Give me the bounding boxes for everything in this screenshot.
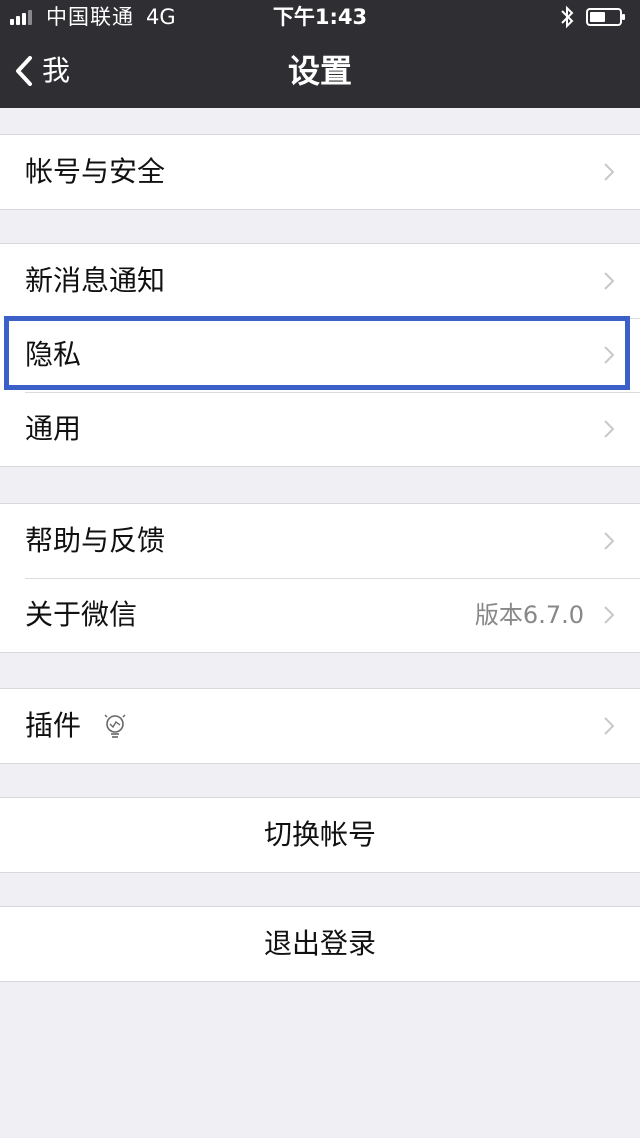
settings-item-label: 隐私 [25, 338, 82, 371]
chevron-right-icon [604, 532, 614, 550]
settings-item-label: 通用 [25, 412, 82, 445]
logout-button[interactable]: 退出登录 [0, 907, 640, 981]
settings-item-general[interactable]: 通用 [0, 392, 640, 466]
chevron-right-icon [604, 272, 614, 290]
switch-account-label: 切换帐号 [263, 818, 376, 851]
settings-group-about: 帮助与反馈 关于微信 版本6.7.0 [0, 503, 640, 653]
settings-item-label: 新消息通知 [25, 264, 166, 297]
battery-icon [586, 8, 625, 26]
settings-item-plugins[interactable]: 插件 [0, 689, 640, 763]
settings-group-account: 帐号与安全 [0, 134, 640, 210]
settings-item-about-wechat[interactable]: 关于微信 版本6.7.0 [0, 578, 640, 652]
chevron-right-icon [604, 346, 614, 364]
chevron-right-icon [604, 163, 614, 181]
lightbulb-icon [104, 714, 126, 738]
settings-group-switch: 切换帐号 [0, 797, 640, 873]
chevron-right-icon [604, 606, 614, 624]
settings-group-preferences: 新消息通知 隐私 通用 [0, 243, 640, 467]
settings-item-label: 帮助与反馈 [25, 524, 166, 557]
chevron-right-icon [604, 717, 614, 735]
chevron-right-icon [604, 420, 614, 438]
top-bar: 中国联通 4G 下午1:43 我 设置 [0, 0, 640, 108]
settings-item-account-security[interactable]: 帐号与安全 [0, 135, 640, 209]
settings-item-label: 关于微信 [25, 598, 138, 631]
settings-item-help-feedback[interactable]: 帮助与反馈 [0, 504, 640, 578]
settings-item-notifications[interactable]: 新消息通知 [0, 244, 640, 318]
settings-group-logout: 退出登录 [0, 906, 640, 982]
navigation-bar: 我 设置 [0, 34, 640, 108]
page-title: 设置 [287, 52, 352, 90]
settings-group-plugins: 插件 [0, 688, 640, 764]
bluetooth-icon [561, 5, 574, 29]
status-bar: 中国联通 4G 下午1:43 [0, 0, 640, 34]
settings-item-label: 帐号与安全 [25, 155, 166, 188]
settings-item-privacy[interactable]: 隐私 [0, 318, 640, 392]
version-value: 版本6.7.0 [474, 601, 584, 629]
status-time: 下午1:43 [272, 5, 368, 29]
switch-account-button[interactable]: 切换帐号 [0, 798, 640, 872]
settings-item-label: 插件 [25, 709, 82, 742]
logout-label: 退出登录 [263, 927, 376, 960]
